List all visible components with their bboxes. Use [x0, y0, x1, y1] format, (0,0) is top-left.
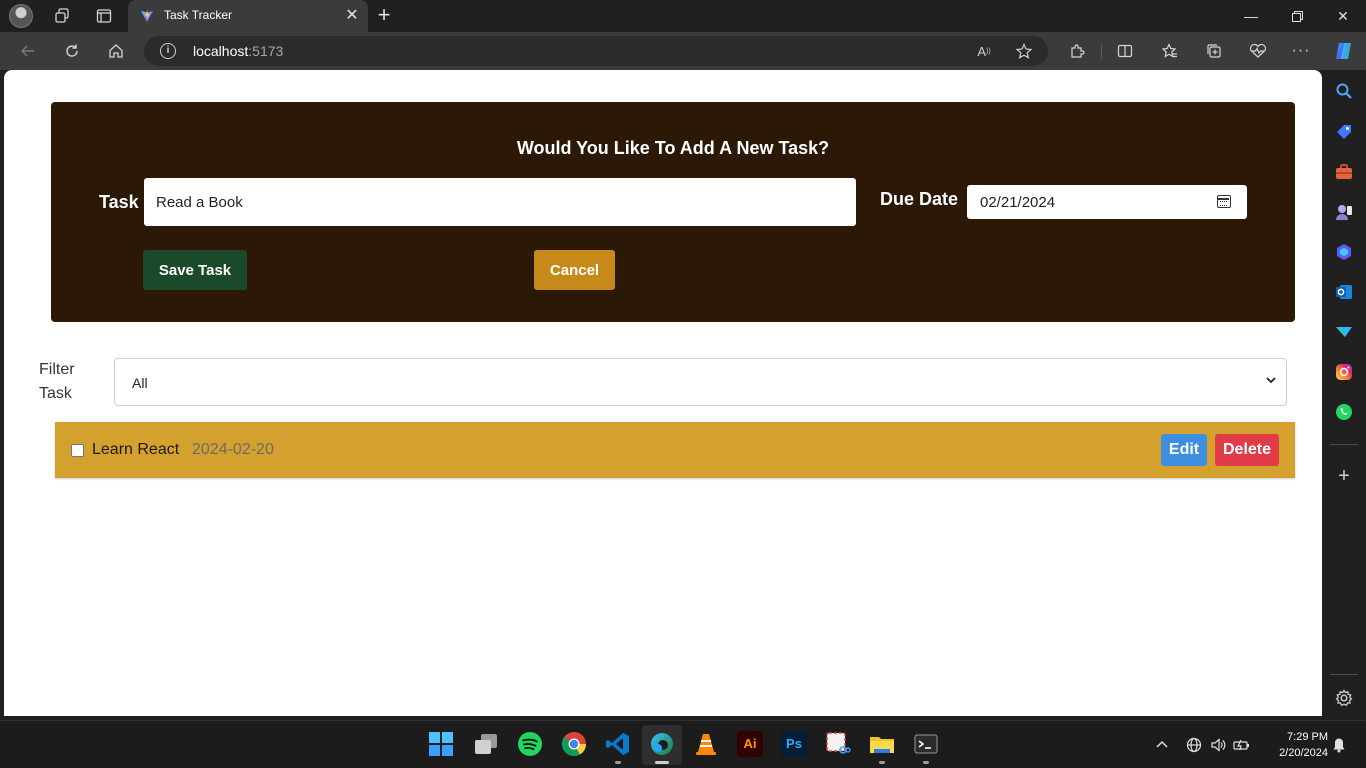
copilot-icon[interactable] [1330, 37, 1358, 65]
extensions-icon[interactable] [1063, 37, 1091, 65]
close-window-icon[interactable]: ✕ [1320, 0, 1366, 32]
task-name: Learn React [92, 441, 180, 458]
chevron-down-icon [1266, 377, 1276, 384]
filter-selected-value: All [132, 375, 148, 391]
favorite-star-icon[interactable] [1014, 41, 1034, 61]
windows-taskbar: Ai Ps 7:29 PM 2/20/2024 [0, 720, 1366, 768]
task-done-checkbox[interactable] [71, 444, 84, 457]
vlc-icon[interactable] [693, 731, 719, 757]
games-icon[interactable] [1334, 202, 1354, 222]
cancel-button[interactable]: Cancel [534, 250, 615, 290]
toolbar-divider [1101, 43, 1102, 59]
split-screen-icon[interactable] [1111, 37, 1139, 65]
clock-time: 7:29 PM [1287, 731, 1328, 743]
chrome-icon[interactable] [561, 731, 587, 757]
home-icon[interactable] [102, 37, 130, 65]
more-menu-icon[interactable]: ··· [1287, 37, 1315, 65]
site-info-icon[interactable]: i [160, 43, 176, 59]
tab-title: Task Tracker [164, 8, 233, 22]
sidebar-divider [1330, 444, 1358, 445]
browser-titlebar: Task Tracker ✕ + — ✕ [0, 0, 1366, 32]
shopping-tag-icon[interactable] [1334, 122, 1354, 142]
windows-start-icon[interactable] [428, 731, 454, 757]
sidebar-divider-bottom [1330, 674, 1358, 675]
add-task-form: Would You Like To Add A New Task? Task D… [51, 102, 1295, 322]
task-input[interactable] [144, 178, 856, 226]
filter-label: Filter Task [39, 361, 75, 402]
send-drop-icon[interactable] [1334, 322, 1354, 342]
illustrator-icon[interactable]: Ai [737, 731, 763, 757]
browser-essentials-icon[interactable] [1244, 37, 1272, 65]
sidebar-settings-gear-icon[interactable] [1334, 688, 1354, 708]
save-task-button[interactable]: Save Task [143, 250, 247, 290]
terminal-icon[interactable] [913, 731, 939, 757]
spotify-icon[interactable] [517, 731, 543, 757]
address-bar[interactable]: i localhost:5173 A)) [144, 36, 1048, 66]
task-date: 2024-02-20 [192, 441, 274, 458]
collections-icon[interactable] [1200, 37, 1228, 65]
edit-task-button[interactable]: Edit [1161, 434, 1207, 466]
vite-favicon-icon [141, 10, 153, 22]
minimize-icon[interactable]: — [1228, 0, 1274, 32]
form-title: Would You Like To Add A New Task? [516, 138, 830, 158]
workspaces-icon[interactable] [49, 4, 75, 28]
outlook-icon[interactable] [1334, 282, 1354, 302]
copilot-sidebar-icon[interactable] [1334, 242, 1354, 262]
new-tab-icon[interactable]: + [372, 4, 396, 28]
add-sidebar-app-icon[interactable]: + [1334, 466, 1354, 486]
task-label: Task [99, 192, 139, 212]
explorer-running-indicator [879, 761, 885, 764]
refresh-icon[interactable] [58, 37, 86, 65]
volume-icon[interactable] [1209, 736, 1227, 754]
profile-avatar[interactable] [9, 4, 33, 28]
due-date-label: Due Date [880, 189, 959, 209]
notification-bell-icon[interactable] [1330, 736, 1348, 754]
show-hidden-icons-icon[interactable] [1153, 736, 1171, 754]
tab-task-tracker[interactable]: Task Tracker ✕ [128, 0, 368, 32]
edge-icon[interactable] [649, 731, 675, 757]
search-icon[interactable] [1334, 81, 1354, 101]
restore-icon[interactable] [1274, 0, 1320, 32]
file-explorer-icon[interactable] [869, 731, 895, 757]
vscode-running-indicator [615, 761, 621, 764]
clock-date: 2/20/2024 [1279, 747, 1328, 759]
photoshop-icon[interactable]: Ps [781, 731, 807, 757]
due-date-input[interactable]: 02/21/2024 [967, 185, 1247, 219]
tab-actions-icon[interactable] [91, 4, 117, 28]
network-globe-icon[interactable] [1185, 736, 1203, 754]
calendar-icon[interactable] [1217, 195, 1231, 208]
page-viewport: Would You Like To Add A New Task? Task D… [4, 70, 1322, 716]
read-aloud-icon[interactable]: A)) [974, 41, 994, 61]
address-url: localhost:5173 [193, 43, 284, 59]
task-view-icon[interactable] [473, 731, 499, 757]
due-date-value: 02/21/2024 [980, 194, 1056, 211]
task-row: Learn React 2024-02-20 Edit Delete [55, 422, 1295, 478]
favorites-icon[interactable] [1156, 37, 1184, 65]
instagram-icon[interactable] [1334, 362, 1354, 382]
edge-running-indicator [655, 761, 669, 764]
back-icon[interactable] [14, 37, 42, 65]
tab-close-icon[interactable]: ✕ [342, 6, 362, 26]
battery-charging-icon[interactable] [1233, 736, 1251, 754]
edge-sidebar: + [1322, 70, 1366, 720]
snipping-tool-icon[interactable] [825, 731, 851, 757]
filter-select[interactable]: All [114, 358, 1287, 406]
terminal-running-indicator [923, 761, 929, 764]
whatsapp-icon[interactable] [1334, 402, 1354, 422]
tools-briefcase-icon[interactable] [1334, 162, 1354, 182]
delete-task-button[interactable]: Delete [1215, 434, 1279, 466]
vscode-icon[interactable] [605, 731, 631, 757]
browser-toolbar: i localhost:5173 A)) ··· [0, 32, 1366, 70]
system-clock[interactable]: 7:29 PM 2/20/2024 [1258, 729, 1328, 761]
